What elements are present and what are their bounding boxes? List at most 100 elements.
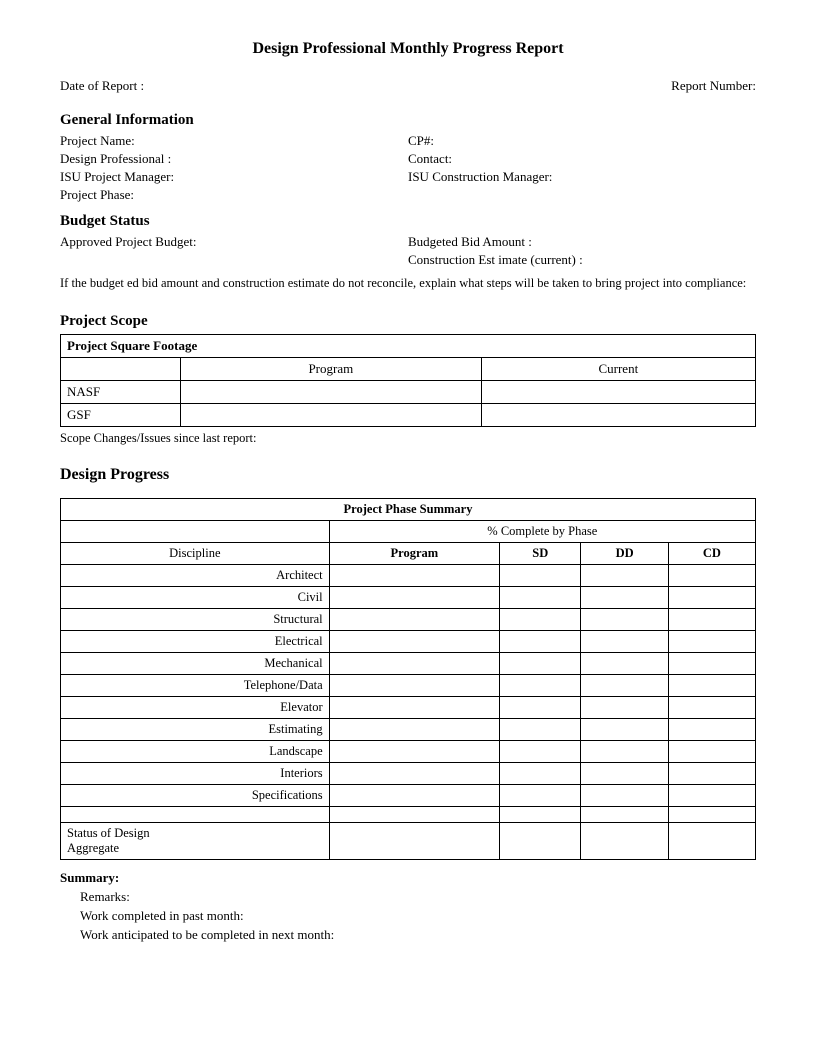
- architect-dd: [581, 564, 668, 586]
- approved-budget-label: Approved Project Budget:: [60, 234, 408, 250]
- structural-program: [329, 608, 499, 630]
- table-row: Interiors: [61, 762, 756, 784]
- gsf-program: [181, 403, 482, 426]
- design-professional-label: Design Professional :: [60, 151, 408, 167]
- mechanical-label: Mechanical: [61, 652, 330, 674]
- date-of-report-label: Date of Report :: [60, 78, 144, 94]
- aggregate-row: Status of DesignAggregate: [61, 822, 756, 859]
- estimating-dd: [581, 718, 668, 740]
- mechanical-dd: [581, 652, 668, 674]
- elevator-label: Elevator: [61, 696, 330, 718]
- interiors-label: Interiors: [61, 762, 330, 784]
- table-row: Mechanical: [61, 652, 756, 674]
- nasf-current: [481, 380, 755, 403]
- electrical-sd: [500, 630, 581, 652]
- budget-grid: Approved Project Budget: Budgeted Bid Am…: [60, 234, 756, 268]
- estimating-program: [329, 718, 499, 740]
- landscape-program: [329, 740, 499, 762]
- progress-table: Project Phase Summary % Complete by Phas…: [60, 498, 756, 860]
- elevator-cd: [668, 696, 755, 718]
- structural-sd: [500, 608, 581, 630]
- aggregate-label: Status of DesignAggregate: [61, 822, 330, 859]
- table-row: Electrical: [61, 630, 756, 652]
- report-number-label: Report Number:: [671, 78, 756, 94]
- table-row: Structural: [61, 608, 756, 630]
- cp-label: CP#:: [408, 133, 756, 149]
- architect-sd: [500, 564, 581, 586]
- table-row: Civil: [61, 586, 756, 608]
- empty-header-cell: [61, 520, 330, 542]
- estimating-label: Estimating: [61, 718, 330, 740]
- table-row: [61, 806, 756, 822]
- table-row: Estimating: [61, 718, 756, 740]
- project-scope-heading: Project Scope: [60, 313, 756, 330]
- mechanical-cd: [668, 652, 755, 674]
- scope-col-empty: [61, 357, 181, 380]
- electrical-label: Electrical: [61, 630, 330, 652]
- electrical-program: [329, 630, 499, 652]
- contact-label: Contact:: [408, 151, 756, 167]
- table-row: NASF: [61, 380, 756, 403]
- general-info-grid: Project Name: CP#: Design Professional :…: [60, 133, 756, 203]
- aggregate-dd: [581, 822, 668, 859]
- civil-cd: [668, 586, 755, 608]
- remarks-line: Remarks:: [80, 889, 756, 905]
- scope-changes-label: Scope Changes/Issues since last report:: [60, 431, 756, 446]
- scope-col-current: Current: [481, 357, 755, 380]
- estimating-cd: [668, 718, 755, 740]
- program-col-header: Program: [329, 542, 499, 564]
- isu-pm-label: ISU Project Manager:: [60, 169, 408, 185]
- sd-col-header: SD: [500, 542, 581, 564]
- table-row: Telephone/Data: [61, 674, 756, 696]
- landscape-dd: [581, 740, 668, 762]
- architect-program: [329, 564, 499, 586]
- elevator-program: [329, 696, 499, 718]
- civil-program: [329, 586, 499, 608]
- civil-dd: [581, 586, 668, 608]
- landscape-cd: [668, 740, 755, 762]
- aggregate-cd: [668, 822, 755, 859]
- mechanical-sd: [500, 652, 581, 674]
- telephone-data-cd: [668, 674, 755, 696]
- pct-complete-header: % Complete by Phase: [329, 520, 755, 542]
- scope-table-title: Project Square Footage: [61, 334, 756, 357]
- structural-label: Structural: [61, 608, 330, 630]
- aggregate-sd: [500, 822, 581, 859]
- summary-section: Summary: Remarks: Work completed in past…: [60, 870, 756, 943]
- gsf-label: GSF: [61, 403, 181, 426]
- specifications-label: Specifications: [61, 784, 330, 806]
- mechanical-program: [329, 652, 499, 674]
- table-row: Architect: [61, 564, 756, 586]
- isu-cm-label: ISU Construction Manager:: [408, 169, 756, 185]
- estimating-sd: [500, 718, 581, 740]
- structural-dd: [581, 608, 668, 630]
- landscape-sd: [500, 740, 581, 762]
- architect-cd: [668, 564, 755, 586]
- dd-col-header: DD: [581, 542, 668, 564]
- nasf-label: NASF: [61, 380, 181, 403]
- architect-label: Architect: [61, 564, 330, 586]
- gsf-current: [481, 403, 755, 426]
- construction-est-label: Construction Est imate (current) :: [408, 252, 756, 268]
- scope-table: Project Square Footage Program Current N…: [60, 334, 756, 427]
- budget-note: If the budget ed bid amount and construc…: [60, 274, 756, 293]
- civil-sd: [500, 586, 581, 608]
- specifications-sd: [500, 784, 581, 806]
- specifications-dd: [581, 784, 668, 806]
- budget-status-heading: Budget Status: [60, 213, 756, 230]
- table-row: Landscape: [61, 740, 756, 762]
- summary-label: Summary:: [60, 870, 119, 885]
- specifications-cd: [668, 784, 755, 806]
- nasf-program: [181, 380, 482, 403]
- scope-col-program: Program: [181, 357, 482, 380]
- telephone-data-sd: [500, 674, 581, 696]
- project-phase-label: Project Phase:: [60, 187, 408, 203]
- interiors-program: [329, 762, 499, 784]
- design-progress-heading: Design Progress: [60, 466, 756, 484]
- project-phase-summary-header: Project Phase Summary: [61, 498, 756, 520]
- interiors-sd: [500, 762, 581, 784]
- specifications-program: [329, 784, 499, 806]
- budgeted-bid-label: Budgeted Bid Amount :: [408, 234, 756, 250]
- telephone-data-dd: [581, 674, 668, 696]
- electrical-cd: [668, 630, 755, 652]
